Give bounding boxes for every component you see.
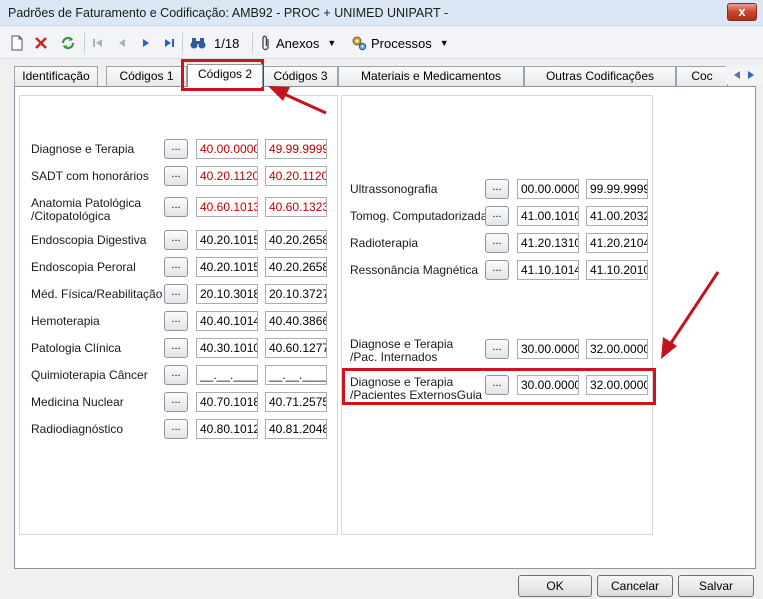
cancel-button[interactable]: Cancelar — [597, 575, 673, 597]
save-button[interactable]: Salvar — [678, 575, 754, 597]
arrow-to-row — [669, 271, 720, 344]
arrowhead-icon — [268, 86, 290, 101]
annotation-arrows — [268, 86, 720, 359]
arrow-to-tab — [283, 92, 327, 115]
arrowhead-icon — [661, 337, 677, 359]
ok-button[interactable]: OK — [518, 575, 592, 597]
tab-codigos-2[interactable]: Códigos 2 — [187, 64, 263, 87]
